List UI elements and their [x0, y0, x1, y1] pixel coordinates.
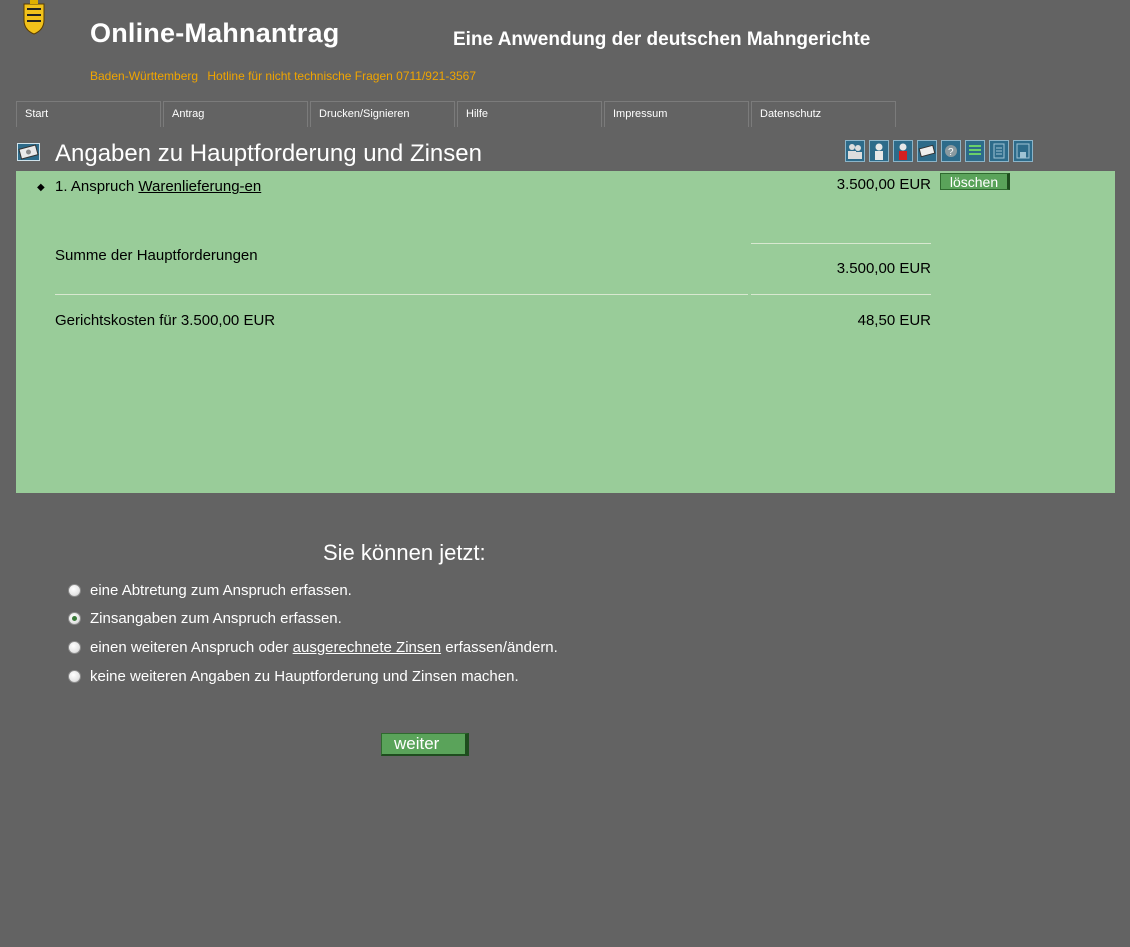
document-icon[interactable] [989, 140, 1009, 162]
divider [55, 294, 748, 295]
toolbar: ? [845, 140, 1033, 162]
radio-button[interactable] [68, 584, 81, 597]
next-button[interactable]: weiter [381, 733, 469, 756]
nav-impressum[interactable]: Impressum [604, 101, 749, 127]
calculated-interest-link[interactable]: ausgerechnete Zinsen [293, 639, 441, 656]
radio-button[interactable] [68, 641, 81, 654]
person-red-icon[interactable] [893, 140, 913, 162]
court-costs-value: 48,50 EUR [857, 312, 931, 329]
option-label-after: erfassen/ändern. [441, 639, 558, 656]
hotline-text: Hotline für nicht technische Fragen 0711… [207, 69, 477, 83]
radio-button-checked[interactable] [68, 612, 81, 625]
option-label: eine Abtretung zum Anspruch erfassen. [90, 582, 352, 599]
money-icon [17, 143, 40, 161]
option-assignment[interactable]: eine Abtretung zum Anspruch erfassen. [68, 582, 352, 599]
options-title: Sie können jetzt: [323, 540, 486, 565]
option-no-further[interactable]: keine weiteren Angaben zu Hauptforderung… [68, 668, 519, 685]
divider [751, 243, 931, 244]
app-subtitle: Eine Anwendung der deutschen Mahngericht… [453, 29, 871, 50]
parties-icon[interactable] [845, 140, 865, 162]
nav-hilfe[interactable]: Hilfe [457, 101, 602, 127]
save-icon[interactable] [1013, 140, 1033, 162]
sum-value: 3.500,00 EUR [836, 260, 931, 277]
court-costs-label: Gerichtskosten für 3.500,00 EUR [55, 312, 276, 329]
option-label: Zinsangaben zum Anspruch erfassen. [90, 610, 342, 627]
money-icon[interactable] [917, 140, 937, 162]
option-label: keine weiteren Angaben zu Hauptforderung… [90, 668, 519, 685]
coat-of-arms-icon [22, 0, 46, 36]
sum-label: Summe der Hauptforderungen [55, 247, 258, 264]
delete-claim-button[interactable]: löschen [940, 173, 1010, 190]
nav-drucken-signieren[interactable]: Drucken/Signieren [310, 101, 455, 127]
claim-type-link[interactable]: Warenlieferung-en [138, 178, 261, 195]
app-title: Online-Mahnantrag [90, 18, 340, 48]
main-nav: Start Antrag Drucken/Signieren Hilfe Imp… [16, 101, 898, 127]
divider [751, 294, 931, 295]
claim-item: 1. Anspruch Warenlieferung-en [55, 178, 261, 195]
state-hotline-line: Baden-Württemberg Hotline für nicht tech… [90, 69, 476, 83]
nav-antrag[interactable]: Antrag [163, 101, 308, 127]
option-further-claim[interactable]: einen weiteren Anspruch oder ausgerechne… [68, 639, 558, 656]
option-label-before: einen weiteren Anspruch oder [90, 639, 293, 656]
list-icon[interactable] [965, 140, 985, 162]
state-name: Baden-Württemberg [90, 69, 199, 83]
radio-button[interactable] [68, 670, 81, 683]
svg-text:?: ? [948, 147, 954, 158]
claims-panel [16, 171, 1115, 493]
nav-datenschutz[interactable]: Datenschutz [751, 101, 896, 127]
nav-start[interactable]: Start [16, 101, 161, 127]
claim-amount: 3.500,00 EUR [836, 176, 931, 193]
person-icon[interactable] [869, 140, 889, 162]
bullet-icon: ◆ [37, 182, 45, 193]
page-title: Angaben zu Hauptforderung und Zinsen [55, 140, 482, 167]
claim-number: 1. Anspruch [55, 178, 135, 195]
question-icon[interactable]: ? [941, 140, 961, 162]
option-interest[interactable]: Zinsangaben zum Anspruch erfassen. [68, 610, 342, 627]
